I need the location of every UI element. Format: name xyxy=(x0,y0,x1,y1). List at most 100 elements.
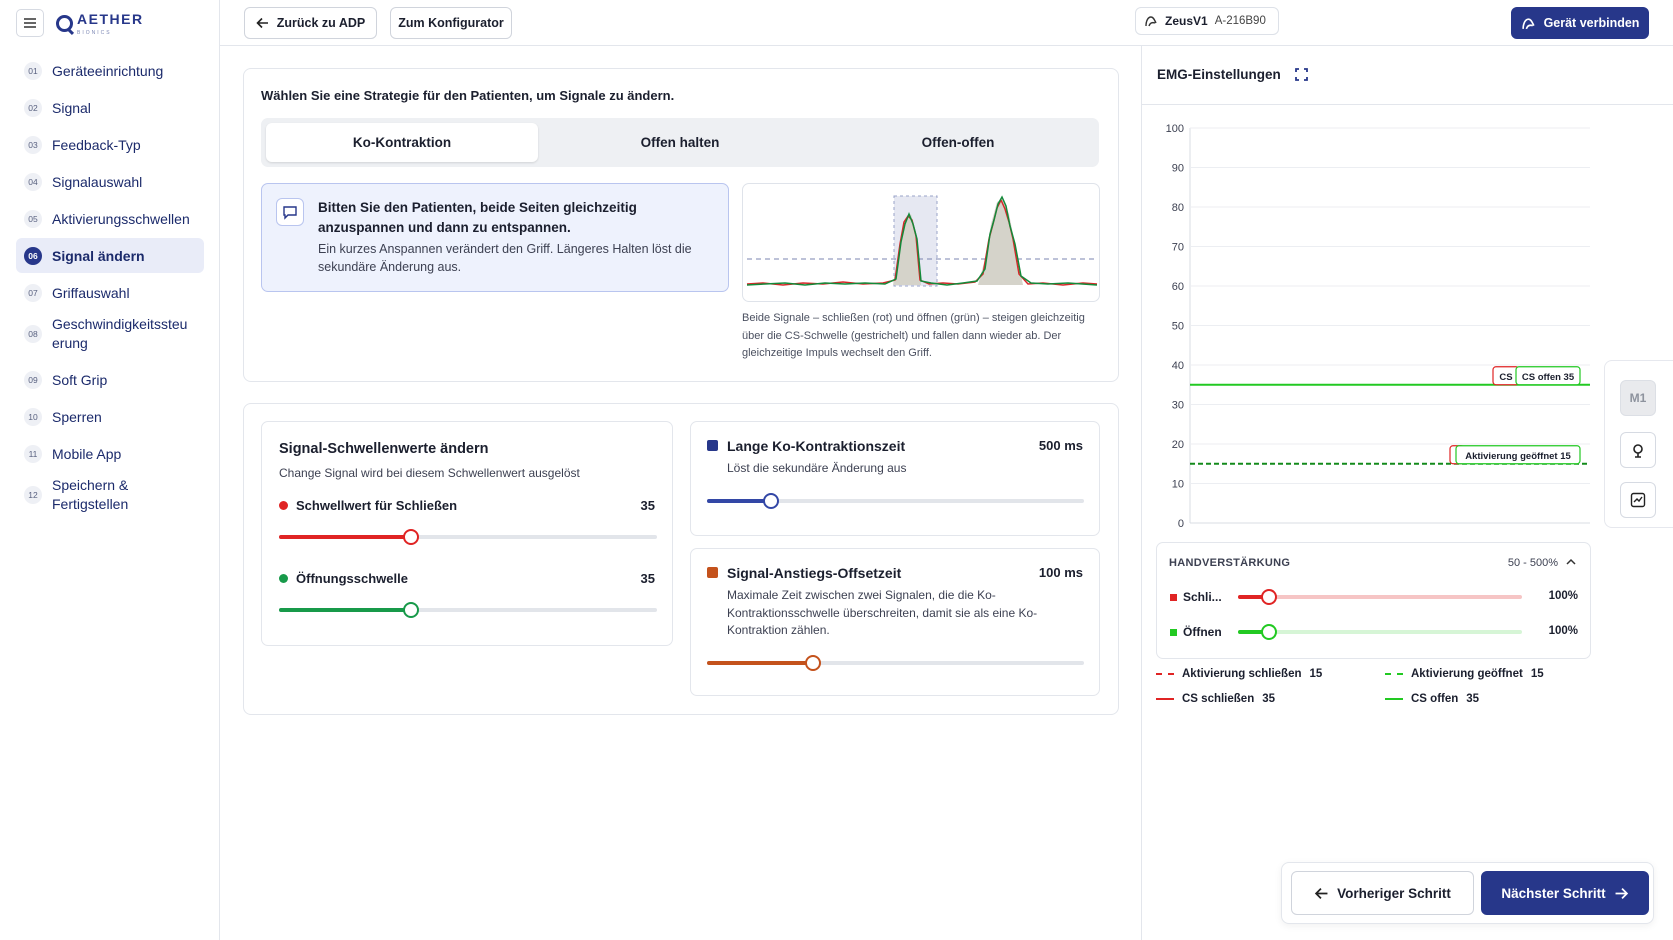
y-tick-label: 80 xyxy=(1172,202,1184,214)
y-tick-label: 100 xyxy=(1166,123,1184,135)
configurator-button[interactable]: Zum Konfigurator xyxy=(390,7,512,39)
gain-open-label: Öffnen xyxy=(1183,625,1222,639)
nav-item-05[interactable]: 05 Aktivierungsschwellen xyxy=(16,201,204,236)
logo-text: AETHER xyxy=(77,10,144,27)
nav-step-number: 01 xyxy=(24,61,42,80)
logo-icon xyxy=(56,14,73,32)
nav-item-07[interactable]: 07 Griffauswahl xyxy=(16,275,204,310)
legend-label: CS schließen xyxy=(1182,693,1255,705)
legend-value: 35 xyxy=(1262,693,1276,705)
tool-rail: M1 xyxy=(1604,360,1673,528)
nav-step-label-line: erung xyxy=(52,335,88,351)
nav-item-12[interactable]: 12 Speichern & Fertigstellen xyxy=(16,473,204,517)
top-bar: Zurück zu ADP Zum Konfigurator xyxy=(220,0,1673,46)
close-threshold-slider[interactable] xyxy=(279,529,657,545)
arrow-left-icon xyxy=(1314,887,1328,899)
tab-offen-offen[interactable]: Offen-offen xyxy=(822,123,1094,162)
cocontraction-description: Löst die sekundäre Änderung aus xyxy=(727,461,907,475)
offset-fill xyxy=(707,661,813,665)
y-tick-label: 10 xyxy=(1172,479,1184,491)
legend-swatch xyxy=(1385,673,1403,675)
nav-item-03[interactable]: 03 Feedback-Typ xyxy=(16,127,204,162)
chart-button[interactable] xyxy=(1620,482,1656,518)
hand-icon xyxy=(1521,17,1535,29)
act-open-label: Aktivierung geöffnet 15 xyxy=(1465,451,1571,462)
nav-item-09[interactable]: 09 Soft Grip xyxy=(16,362,204,397)
orange-square-icon xyxy=(707,567,718,578)
open-threshold-fill xyxy=(279,608,412,612)
nav-step-label: Signal ändern xyxy=(52,247,145,264)
gain-open-handle[interactable] xyxy=(1261,624,1278,640)
nav-item-02[interactable]: 02 Signal xyxy=(16,90,204,125)
nav-step-label-line: Geschwindigkeitssteu xyxy=(52,316,188,332)
gain-open-slider[interactable] xyxy=(1238,624,1522,640)
threshold-title: Signal-Schwellenwerte ändern xyxy=(279,441,489,457)
logo-subtext: BIONICS xyxy=(77,29,112,36)
close-threshold-value: 35 xyxy=(640,498,655,513)
open-square-icon xyxy=(1170,629,1177,636)
chevron-up-icon[interactable] xyxy=(1566,558,1576,566)
back-to-adp-label: Zurück zu ADP xyxy=(276,16,366,30)
nav-step-label: Sperren xyxy=(52,408,102,425)
offset-description: Maximale Zeit zwischen zwei Signalen, di… xyxy=(727,588,1038,637)
emg-chart: 1009080706050403020100CS CS offen 35Aktiv… xyxy=(1166,123,1590,530)
open-threshold-slider[interactable] xyxy=(279,602,657,618)
nav-item-11[interactable]: 11 Mobile App xyxy=(16,436,204,471)
connect-device-button[interactable]: Gerät verbinden xyxy=(1511,7,1649,39)
cocontraction-handle[interactable] xyxy=(763,493,780,509)
open-threshold-row: Öffnungsschwelle xyxy=(279,571,408,586)
calibrate-button[interactable] xyxy=(1620,432,1656,468)
legend-swatch xyxy=(1156,673,1174,675)
emg-header-divider xyxy=(1142,104,1673,105)
illustration-caption: Beide Signale – schließen (rot) und öffn… xyxy=(742,312,1085,359)
open-dot-icon xyxy=(279,574,288,583)
open-threshold-handle[interactable] xyxy=(403,602,420,618)
m1-button[interactable]: M1 xyxy=(1620,380,1656,416)
nav-item-06[interactable]: 06 Signal ändern xyxy=(16,238,204,273)
nav-item-01[interactable]: 01 Geräteeinrichtung xyxy=(16,53,204,88)
nav-step-number: 03 xyxy=(24,135,42,154)
blue-square-icon xyxy=(707,440,718,451)
nav-item-08[interactable]: 08 Geschwindigkeitssteu erung xyxy=(16,312,204,356)
cocontraction-title: Lange Ko-Kontraktionszeit xyxy=(727,438,906,454)
nav-step-label: Speichern & Fertigstellen xyxy=(52,476,128,514)
nav-item-04[interactable]: 04 Signalauswahl xyxy=(16,164,204,199)
device-badge[interactable]: ZeusV1 A-216B90 xyxy=(1135,7,1279,35)
device-name: ZeusV1 xyxy=(1165,14,1208,28)
gain-close-slider[interactable] xyxy=(1238,589,1522,605)
hand-gain-panel: HANDVERSTÄRKUNG 50 - 500% Schli... 100% … xyxy=(1156,542,1591,659)
cocontraction-panel: Lange Ko-Kontraktionszeit 500 ms Löst di… xyxy=(690,421,1100,536)
gain-close-handle[interactable] xyxy=(1261,589,1278,605)
configurator-label: Zum Konfigurator xyxy=(398,16,504,30)
threshold-description: Change Signal wird bei diesem Schwellenw… xyxy=(279,466,580,480)
offset-handle[interactable] xyxy=(804,655,821,671)
open-threshold-value: 35 xyxy=(640,571,655,586)
nav-item-10[interactable]: 10 Sperren xyxy=(16,399,204,434)
cs-close-label: CS xyxy=(1499,372,1512,383)
cocontraction-fill xyxy=(707,499,772,503)
signal-illustration xyxy=(742,183,1100,302)
expand-icon[interactable] xyxy=(1294,68,1308,81)
gain-open-value: 100% xyxy=(1548,625,1578,637)
hand-icon xyxy=(1145,16,1157,27)
offset-slider[interactable] xyxy=(707,655,1084,671)
tab-offen-halten[interactable]: Offen halten xyxy=(544,123,816,162)
arrow-left-icon xyxy=(256,17,268,29)
legend-value: 35 xyxy=(1466,693,1480,705)
previous-step-button[interactable]: Vorheriger Schritt xyxy=(1291,871,1474,915)
offset-value: 100 ms xyxy=(1038,565,1083,580)
legend-item: CS offen 35 xyxy=(1385,693,1479,705)
nav-step-number: 08 xyxy=(24,325,42,343)
y-tick-label: 70 xyxy=(1172,242,1184,254)
menu-button[interactable] xyxy=(16,9,44,37)
cs-open-label: CS offen 35 xyxy=(1522,372,1575,383)
next-step-button[interactable]: Nächster Schritt xyxy=(1481,871,1649,915)
cocontraction-slider[interactable] xyxy=(707,493,1084,509)
y-tick-label: 0 xyxy=(1178,518,1184,530)
back-to-adp-button[interactable]: Zurück zu ADP xyxy=(244,7,377,39)
close-square-icon xyxy=(1170,594,1177,601)
offset-panel: Signal-Anstiegs-Offsetzeit 100 ms Maxima… xyxy=(690,548,1100,696)
close-threshold-handle[interactable] xyxy=(403,529,420,545)
tab-ko-kontraktion[interactable]: Ko-Kontraktion xyxy=(266,123,538,162)
y-tick-label: 40 xyxy=(1172,360,1184,372)
